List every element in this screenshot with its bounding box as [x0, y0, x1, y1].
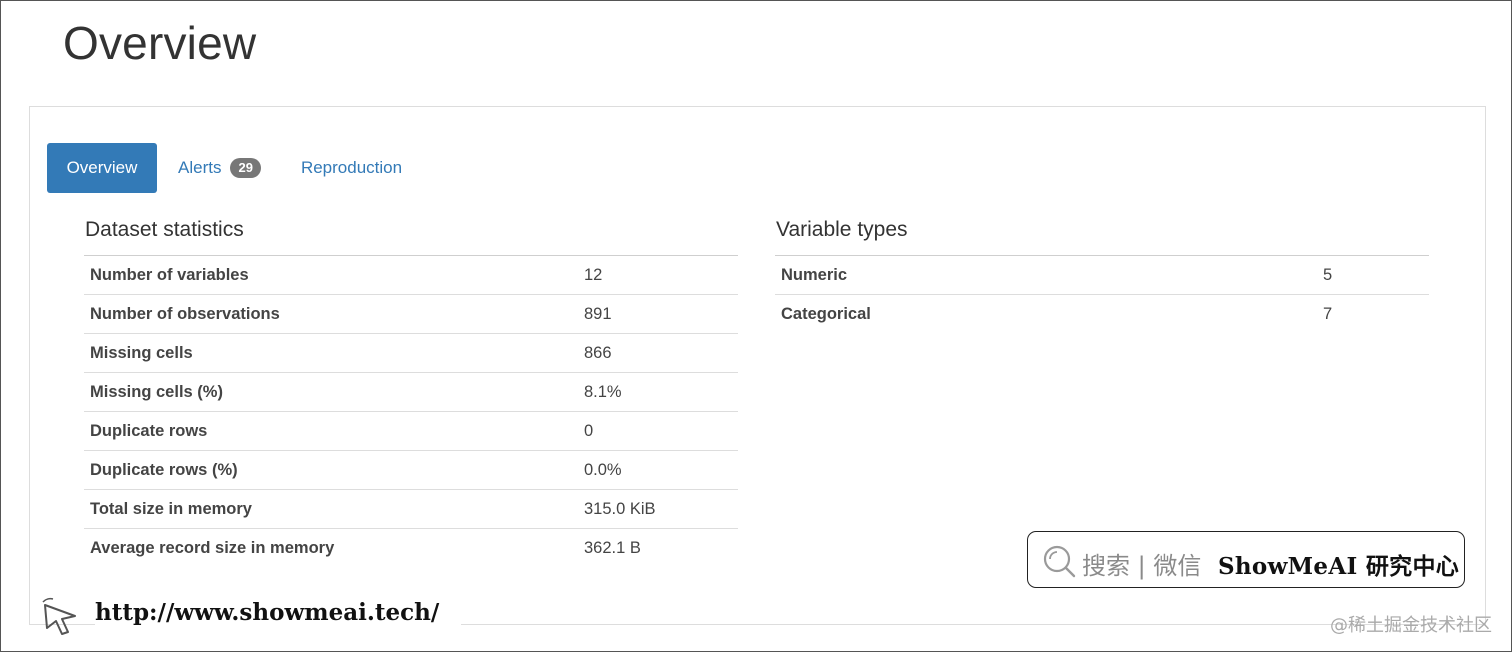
variable-types-table: Numeric 5 Categorical 7: [775, 255, 1429, 333]
table-row: Duplicate rows 0: [84, 411, 738, 451]
table-row: Total size in memory 315.0 KiB: [84, 489, 738, 529]
row-label: Number of variables: [84, 255, 578, 295]
row-label: Average record size in memory: [84, 528, 578, 567]
table-row: Duplicate rows (%) 0.0%: [84, 450, 738, 490]
source-watermark: @稀土掘金技术社区: [1330, 615, 1492, 636]
table-row: Missing cells 866: [84, 333, 738, 373]
table-row: Average record size in memory 362.1 B: [84, 528, 738, 567]
alerts-count-badge: 29: [230, 158, 261, 178]
table-row: Numeric 5: [775, 255, 1429, 295]
variable-types-title: Variable types: [776, 218, 908, 241]
tab-overview-label: Overview: [66, 158, 138, 177]
row-value: 866: [578, 333, 738, 373]
badge-search-text: 搜索 | 微信: [1082, 552, 1202, 580]
row-value: 0: [578, 411, 738, 451]
row-value: 891: [578, 294, 738, 334]
dataset-statistics-title: Dataset statistics: [85, 218, 244, 241]
tab-overview[interactable]: Overview: [47, 143, 157, 193]
showmeai-url[interactable]: http://www.showmeai.tech/: [95, 599, 462, 626]
row-value: 12: [578, 255, 738, 295]
dataset-statistics-table: Number of variables 12 Number of observa…: [84, 255, 738, 567]
table-row: Missing cells (%) 8.1%: [84, 372, 738, 412]
row-label: Total size in memory: [84, 489, 578, 529]
tab-reproduction-label: Reproduction: [300, 158, 403, 177]
badge-brand-text: ShowMeAI 研究中心: [1218, 553, 1460, 580]
tab-reproduction[interactable]: Reproduction: [283, 143, 420, 193]
row-value: 8.1%: [578, 372, 738, 412]
table-row: Number of variables 12: [84, 255, 738, 295]
search-icon: [1043, 545, 1076, 578]
row-label: Numeric: [775, 255, 1317, 295]
row-value: 315.0 KiB: [578, 489, 738, 529]
showmeai-search-badge: 搜索 | 微信 ShowMeAI 研究中心: [1027, 531, 1465, 588]
tab-alerts[interactable]: Alerts 29: [160, 143, 279, 193]
table-row: Categorical 7: [775, 294, 1429, 333]
row-label: Number of observations: [84, 294, 578, 334]
row-value: 7: [1317, 294, 1429, 333]
row-label: Missing cells (%): [84, 372, 578, 412]
row-label: Categorical: [775, 294, 1317, 333]
row-label: Missing cells: [84, 333, 578, 373]
cursor-arrow-icon: [42, 597, 76, 635]
row-label: Duplicate rows: [84, 411, 578, 451]
row-value: 362.1 B: [578, 528, 738, 567]
row-label: Duplicate rows (%): [84, 450, 578, 490]
table-row: Number of observations 891: [84, 294, 738, 334]
row-value: 0.0%: [578, 450, 738, 490]
tab-alerts-label: Alerts: [178, 158, 222, 177]
tab-bar: Overview Alerts 29 Reproduction: [47, 143, 420, 193]
row-value: 5: [1317, 255, 1429, 295]
page-title: Overview: [63, 17, 257, 69]
